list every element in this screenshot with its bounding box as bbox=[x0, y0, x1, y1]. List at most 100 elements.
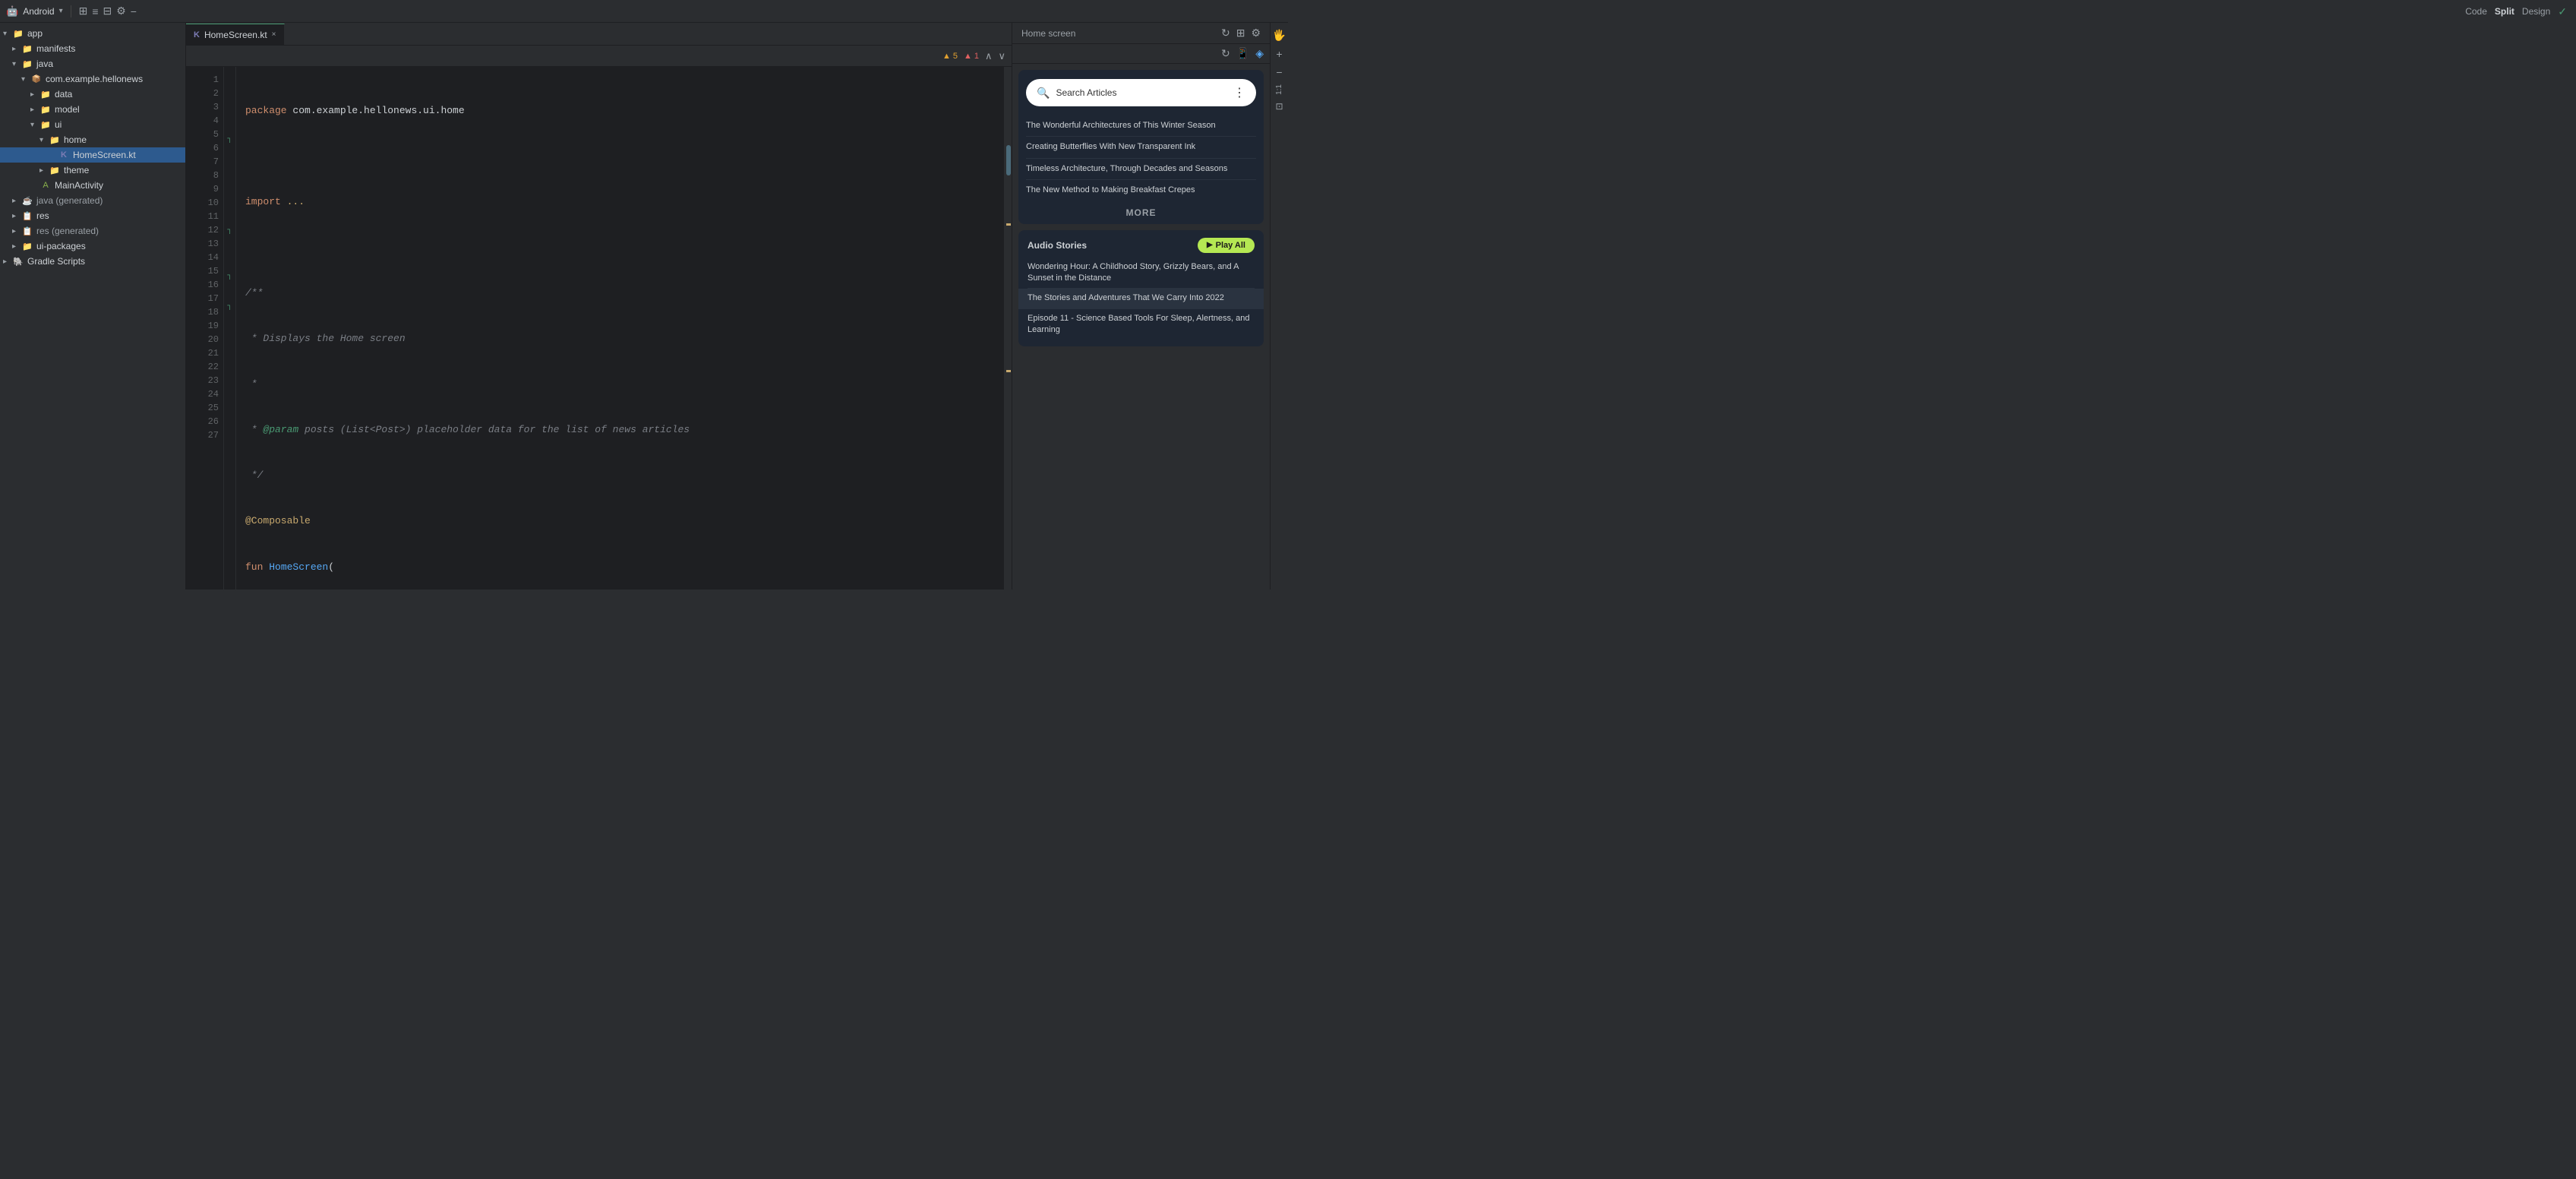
expand-icon[interactable]: ∧ bbox=[985, 50, 993, 62]
grid-icon[interactable]: ⊞ bbox=[79, 5, 88, 17]
sidebar-item-ui[interactable]: ▾ 📁 ui bbox=[0, 117, 185, 132]
top-toolbar: 🤖 Android ▾ ⊞ ≡ ⊟ ⚙ − Code Split Design … bbox=[0, 0, 1288, 23]
sidebar-item-java-generated[interactable]: ▸ ☕ java (generated) bbox=[0, 193, 185, 208]
search-preview-placeholder: Search Articles bbox=[1056, 87, 1116, 98]
refresh-action-icon[interactable]: ↻ bbox=[1221, 47, 1230, 60]
sidebar-item-theme[interactable]: ▸ 📁 theme bbox=[0, 163, 185, 178]
minus-icon[interactable]: − bbox=[131, 5, 137, 17]
project-sidebar: ▾ 📁 app ▸ 📁 manifests ▾ 📁 java ▾ 📦 com.e… bbox=[0, 23, 186, 590]
preview-header: Home screen ↻ ⊞ ⚙ bbox=[1012, 23, 1270, 44]
sidebar-item-gradle[interactable]: ▸ 🐘 Gradle Scripts bbox=[0, 254, 185, 269]
refresh-icon[interactable]: ↻ bbox=[1221, 27, 1230, 40]
arrow-icon: ▸ bbox=[12, 45, 21, 53]
kotlin-tab-icon: K bbox=[194, 30, 200, 40]
scrollbar-thumb bbox=[1006, 145, 1011, 175]
search-bar-preview[interactable]: 🔍 Search Articles ⋮ bbox=[1026, 79, 1256, 106]
code-content-area[interactable]: package com.example.hellonews.ui.home im… bbox=[236, 67, 1004, 590]
warning-count: 5 bbox=[953, 52, 958, 61]
sidebar-item-res[interactable]: ▸ 📋 res bbox=[0, 208, 185, 223]
audio-title: The Stories and Adventures That We Carry… bbox=[1028, 293, 1224, 302]
arrow-icon: ▾ bbox=[3, 30, 12, 38]
vertical-scrollbar[interactable] bbox=[1004, 67, 1012, 590]
audio-item-1[interactable]: The Stories and Adventures That We Carry… bbox=[1018, 289, 1264, 308]
code-line-2 bbox=[245, 149, 995, 164]
audio-list: Wondering Hour: A Childhood Story, Grizz… bbox=[1018, 258, 1264, 346]
play-all-button[interactable]: ▶ Play All bbox=[1198, 238, 1255, 253]
sidebar-label: manifests bbox=[36, 43, 75, 54]
code-line-3: import ... bbox=[245, 194, 995, 210]
folder-open-icon: 📁 bbox=[12, 27, 24, 40]
arrow-icon: ▾ bbox=[39, 136, 49, 144]
search-preview-icon: 🔍 bbox=[1037, 87, 1050, 100]
code-line-9: */ bbox=[245, 468, 995, 483]
preview-content: 🔍 Search Articles ⋮ The Wonderful Archit… bbox=[1012, 64, 1270, 590]
sidebar-label: Gradle Scripts bbox=[27, 256, 85, 267]
article-title: Timeless Architecture, Through Decades a… bbox=[1026, 164, 1227, 173]
audio-item-0[interactable]: Wondering Hour: A Childhood Story, Grizz… bbox=[1028, 258, 1255, 289]
play-all-label: Play All bbox=[1216, 241, 1245, 250]
folder-icon: 📁 bbox=[21, 240, 33, 252]
error-icon: ▲ bbox=[964, 52, 972, 61]
list-icon[interactable]: ≡ bbox=[92, 5, 98, 17]
frame-icon[interactable]: ⊡ bbox=[1275, 101, 1283, 112]
search-more-icon[interactable]: ⋮ bbox=[1233, 85, 1245, 100]
tab-name: HomeScreen.kt bbox=[204, 30, 267, 40]
sidebar-item-data[interactable]: ▸ 📁 data bbox=[0, 87, 185, 102]
arrow-icon: ▸ bbox=[3, 258, 12, 266]
sidebar-label: ui-packages bbox=[36, 241, 86, 251]
sidebar-item-app[interactable]: ▾ 📁 app bbox=[0, 26, 185, 41]
code-editor[interactable]: 1 2 3 4 5 6 7 8 9 10 11 12 13 14 15 16 1 bbox=[186, 67, 1012, 590]
article-item-1[interactable]: Creating Butterflies With New Transparen… bbox=[1026, 137, 1256, 158]
scrollbar-warning-marker bbox=[1006, 223, 1011, 226]
arrow-icon: ▸ bbox=[12, 227, 21, 235]
code-line-8: * @param posts (List<Post>) placeholder … bbox=[245, 422, 995, 438]
sidebar-item-res-generated[interactable]: ▸ 📋 res (generated) bbox=[0, 223, 185, 239]
more-button[interactable]: MORE bbox=[1018, 201, 1264, 224]
folder-open-icon: 📁 bbox=[49, 134, 61, 146]
toolbar-left: 🤖 Android ▾ ⊞ ≡ ⊟ ⚙ − bbox=[6, 5, 137, 17]
sidebar-label: MainActivity bbox=[55, 180, 103, 191]
kotlin-icon: K bbox=[58, 149, 70, 161]
sidebar-item-home[interactable]: ▾ 📁 home bbox=[0, 132, 185, 147]
layers-icon[interactable]: ◈ bbox=[1255, 47, 1264, 60]
article-item-3[interactable]: The New Method to Making Breakfast Crepe… bbox=[1026, 180, 1256, 201]
settings-preview-icon[interactable]: ⚙ bbox=[1251, 27, 1261, 40]
sidebar-item-model[interactable]: ▸ 📁 model bbox=[0, 102, 185, 117]
article-item-0[interactable]: The Wonderful Architectures of This Wint… bbox=[1026, 115, 1256, 137]
zoom-in-icon[interactable]: + bbox=[1276, 48, 1282, 60]
sidebar-label: com.example.hellonews bbox=[46, 74, 143, 84]
article-item-2[interactable]: Timeless Architecture, Through Decades a… bbox=[1026, 159, 1256, 180]
sidebar-label: res bbox=[36, 210, 49, 221]
layout-icon[interactable]: ⊟ bbox=[103, 5, 112, 17]
settings-icon[interactable]: ⚙ bbox=[116, 5, 126, 17]
sidebar-item-mainactivity[interactable]: A MainActivity bbox=[0, 178, 185, 193]
audio-stories-header: Audio Stories ▶ Play All bbox=[1018, 230, 1264, 258]
sidebar-item-java[interactable]: ▾ 📁 java bbox=[0, 56, 185, 71]
device-icon[interactable]: 📱 bbox=[1236, 47, 1249, 60]
side-action-panel: 🖐 + − 1:1 ⊡ bbox=[1270, 23, 1288, 590]
code-line-11: fun HomeScreen( bbox=[245, 560, 995, 575]
tab-close-button[interactable]: × bbox=[272, 30, 276, 39]
audio-item-2[interactable]: Episode 11 - Science Based Tools For Sle… bbox=[1028, 309, 1255, 340]
sidebar-item-package[interactable]: ▾ 📦 com.example.hellonews bbox=[0, 71, 185, 87]
play-icon: ▶ bbox=[1207, 241, 1213, 249]
preview-header-icons: ↻ ⊞ ⚙ bbox=[1221, 27, 1261, 40]
grid-preview-icon[interactable]: ⊞ bbox=[1236, 27, 1245, 40]
zoom-out-icon[interactable]: − bbox=[1276, 66, 1282, 78]
code-line-7: * bbox=[245, 377, 995, 392]
dropdown-arrow-icon[interactable]: ▾ bbox=[59, 7, 63, 15]
sidebar-item-homescreen-kt[interactable]: K HomeScreen.kt bbox=[0, 147, 185, 163]
sidebar-item-ui-packages[interactable]: ▸ 📁 ui-packages bbox=[0, 239, 185, 254]
homescreen-tab[interactable]: K HomeScreen.kt × bbox=[186, 24, 285, 45]
arrow-icon: ▸ bbox=[12, 212, 21, 220]
hand-icon[interactable]: 🖐 bbox=[1273, 29, 1286, 42]
folder-icon: 📁 bbox=[39, 103, 52, 115]
arrow-icon: ▾ bbox=[30, 121, 39, 129]
collapse-icon[interactable]: ∨ bbox=[998, 50, 1005, 62]
code-line-6: * Displays the Home screen bbox=[245, 331, 995, 346]
sidebar-item-manifests[interactable]: ▸ 📁 manifests bbox=[0, 41, 185, 56]
sidebar-label: theme bbox=[64, 165, 89, 175]
code-line-10: @Composable bbox=[245, 514, 995, 529]
sidebar-label: home bbox=[64, 134, 87, 145]
audio-stories-title: Audio Stories bbox=[1028, 240, 1087, 251]
